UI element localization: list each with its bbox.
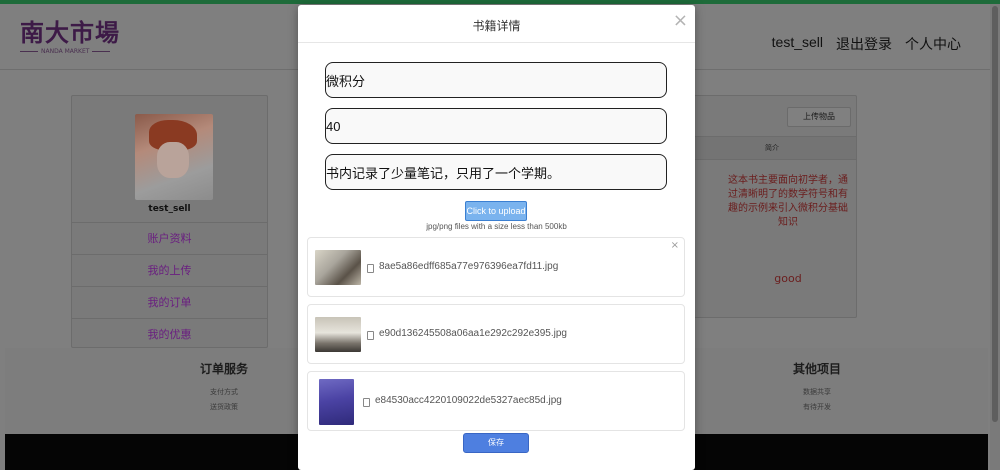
avatar xyxy=(135,114,213,200)
footer-col-orders: 订单服务 支付方式 送货政策 xyxy=(200,360,248,415)
uploads-table-panel: 上传物品 简介 这本书主要面向初学者，通过清晰明了的数学符号和有趣的示例来引入微… xyxy=(686,95,857,318)
upload-button[interactable]: Click to upload xyxy=(465,201,527,221)
sidebar-username: test_sell xyxy=(148,204,191,214)
footer-link-payment[interactable]: 支付方式 xyxy=(200,385,248,400)
upload-tip: jpg/png files with a size less than 500k… xyxy=(426,222,567,231)
sidebar-item-orders[interactable]: 我的订单 xyxy=(72,286,267,318)
close-icon[interactable]: × xyxy=(673,12,688,30)
book-name-field[interactable] xyxy=(325,62,667,98)
footer-link-data-share[interactable]: 数据共享 xyxy=(793,385,841,400)
file-name: 8ae5a86edff685a77e976396ea7fd11.jpg xyxy=(379,261,559,272)
dialog-header: 书籍详情 × xyxy=(298,5,695,43)
scrollbar-thumb[interactable] xyxy=(992,6,998,422)
footer-col-title: 其他项目 xyxy=(793,362,842,376)
dialog-title: 书籍详情 xyxy=(472,19,521,33)
file-name: e90d136245508a06aa1e292c292e395.jpg xyxy=(379,328,567,339)
uploaded-file-item[interactable]: e84530acc4220109022de5327aec85d.jpg xyxy=(307,371,685,431)
file-name: e84530acc4220109022de5327aec85d.jpg xyxy=(375,395,562,406)
book-details-dialog: 书籍详情 × Click to upload jpg/png files wit… xyxy=(298,5,695,470)
page-scrollbar[interactable] xyxy=(990,4,1000,470)
document-icon xyxy=(367,331,374,340)
column-intro-header: 简介 xyxy=(765,144,779,152)
sidebar-item-uploads[interactable]: 我的上传 xyxy=(72,254,267,286)
book-note-field[interactable] xyxy=(325,154,667,190)
book-price-field[interactable] xyxy=(325,108,667,144)
footer-link-shipping[interactable]: 送货政策 xyxy=(200,400,248,415)
book-description: 这本书主要面向初学者，通过清晰明了的数学符号和有趣的示例来引入微积分基础知识 xyxy=(728,175,848,228)
table-header: 简介 xyxy=(687,136,856,160)
logo-subtitle: NANDA MARKET xyxy=(20,48,120,55)
sidebar-item-coupons[interactable]: 我的优惠 xyxy=(72,318,267,350)
footer-col-title: 订单服务 xyxy=(200,362,249,376)
footer-link-todo[interactable]: 有待开发 xyxy=(793,400,841,415)
nav-logout[interactable]: 退出登录 xyxy=(836,34,892,54)
file-thumbnail xyxy=(315,250,361,285)
uploaded-file-item[interactable]: e90d136245508a06aa1e292c292e395.jpg xyxy=(307,304,685,364)
upload-goods-button[interactable]: 上传物品 xyxy=(787,107,851,127)
file-thumbnail xyxy=(319,379,354,425)
sidebar-menu: 账户资料 我的上传 我的订单 我的优惠 xyxy=(72,222,267,350)
save-button[interactable]: 保存 xyxy=(463,433,529,453)
nav-username[interactable]: test_sell xyxy=(772,34,823,54)
site-logo[interactable]: 南大市場 NANDA MARKET xyxy=(20,20,120,55)
file-thumbnail xyxy=(315,317,361,352)
document-icon xyxy=(367,264,374,273)
top-nav: test_sell 退出登录 个人中心 xyxy=(772,34,961,54)
footer-col-other: 其他项目 数据共享 有待开发 xyxy=(793,360,841,415)
logo-text: 南大市場 xyxy=(20,18,120,47)
uploaded-file-item[interactable]: 8ae5a86edff685a77e976396ea7fd11.jpg × xyxy=(307,237,685,297)
book-comment: good xyxy=(774,272,802,285)
document-icon xyxy=(363,398,370,407)
user-sidebar: test_sell 账户资料 我的上传 我的订单 我的优惠 xyxy=(71,95,268,348)
remove-file-icon[interactable]: × xyxy=(671,240,679,251)
nav-profile[interactable]: 个人中心 xyxy=(905,34,961,54)
sidebar-item-account[interactable]: 账户资料 xyxy=(72,222,267,254)
